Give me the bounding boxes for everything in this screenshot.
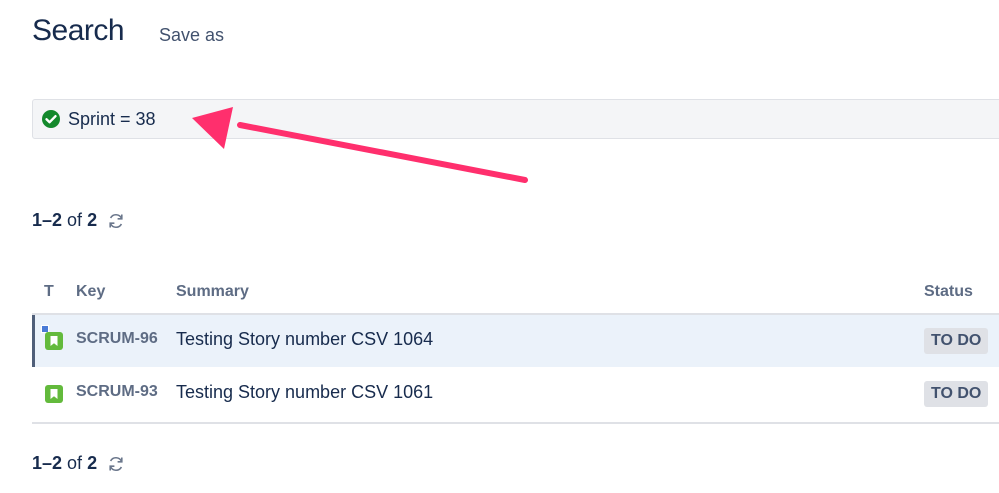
status-badge: TO DO [924,381,989,407]
column-header-status[interactable]: Status [924,283,973,301]
check-circle-icon [42,110,60,128]
query-text: Sprint = 38 [68,109,156,129]
save-as-button[interactable]: Save as [159,25,224,46]
refresh-icon[interactable] [107,455,125,473]
pagination-summary-top: 1–2 of 2 [32,210,125,231]
pagination-summary-bottom: 1–2 of 2 [32,453,125,474]
issue-key-link[interactable]: SCRUM-93 [76,383,158,401]
issue-summary[interactable]: Testing Story number CSV 1064 [176,329,433,350]
table-row[interactable]: SCRUM-93 Testing Story number CSV 1061 T… [32,368,999,420]
page-title: Search [32,14,125,47]
story-icon [45,332,63,350]
refresh-icon[interactable] [107,212,125,230]
table-row[interactable]: SCRUM-96 Testing Story number CSV 1064 T… [32,315,999,367]
story-icon [45,385,63,403]
status-badge: TO DO [924,328,989,354]
column-header-type[interactable]: T [44,283,54,301]
table-bottom-divider [32,422,999,424]
issue-summary[interactable]: Testing Story number CSV 1061 [176,382,433,403]
issue-key-link[interactable]: SCRUM-96 [76,330,158,348]
column-header-key[interactable]: Key [76,283,105,301]
column-header-summary[interactable]: Summary [176,283,249,301]
query-input[interactable]: Sprint = 38 [32,99,999,139]
